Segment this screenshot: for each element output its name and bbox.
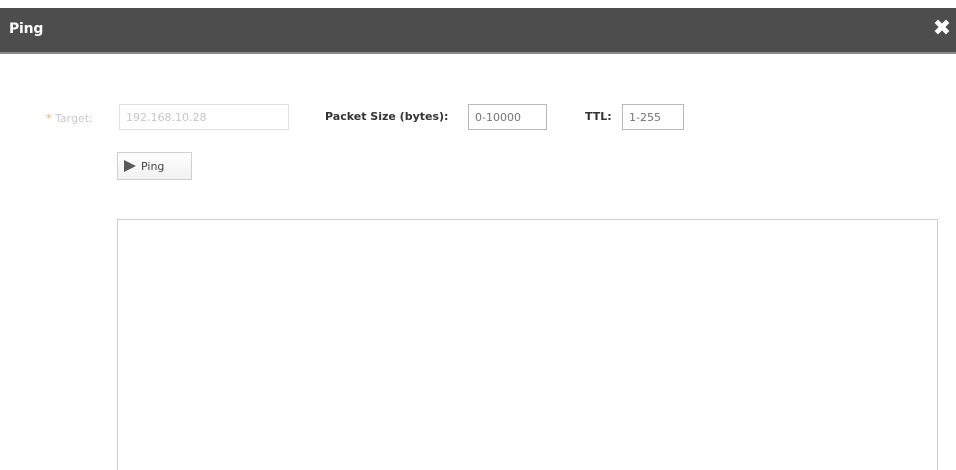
dialog-titlebar: Ping ✖ — [0, 8, 956, 54]
target-label: * Target: — [46, 112, 93, 125]
dialog-title: Ping — [9, 21, 44, 37]
required-marker: * — [46, 112, 52, 125]
ping-dialog: Ping ✖ * Target: Packet Size (bytes): TT… — [0, 0, 956, 470]
ttl-label: TTL: — [585, 110, 612, 123]
ping-output-area[interactable] — [117, 219, 938, 470]
ping-button-label: Ping — [141, 160, 165, 173]
packet-size-label: Packet Size (bytes): — [325, 110, 449, 123]
ttl-input[interactable] — [622, 104, 684, 130]
close-icon[interactable]: ✖ — [931, 17, 953, 41]
target-input[interactable] — [119, 104, 289, 130]
target-label-text: Target: — [55, 112, 93, 125]
packet-size-input[interactable] — [468, 104, 547, 130]
play-icon — [124, 160, 136, 172]
ping-button[interactable]: Ping — [117, 152, 192, 180]
